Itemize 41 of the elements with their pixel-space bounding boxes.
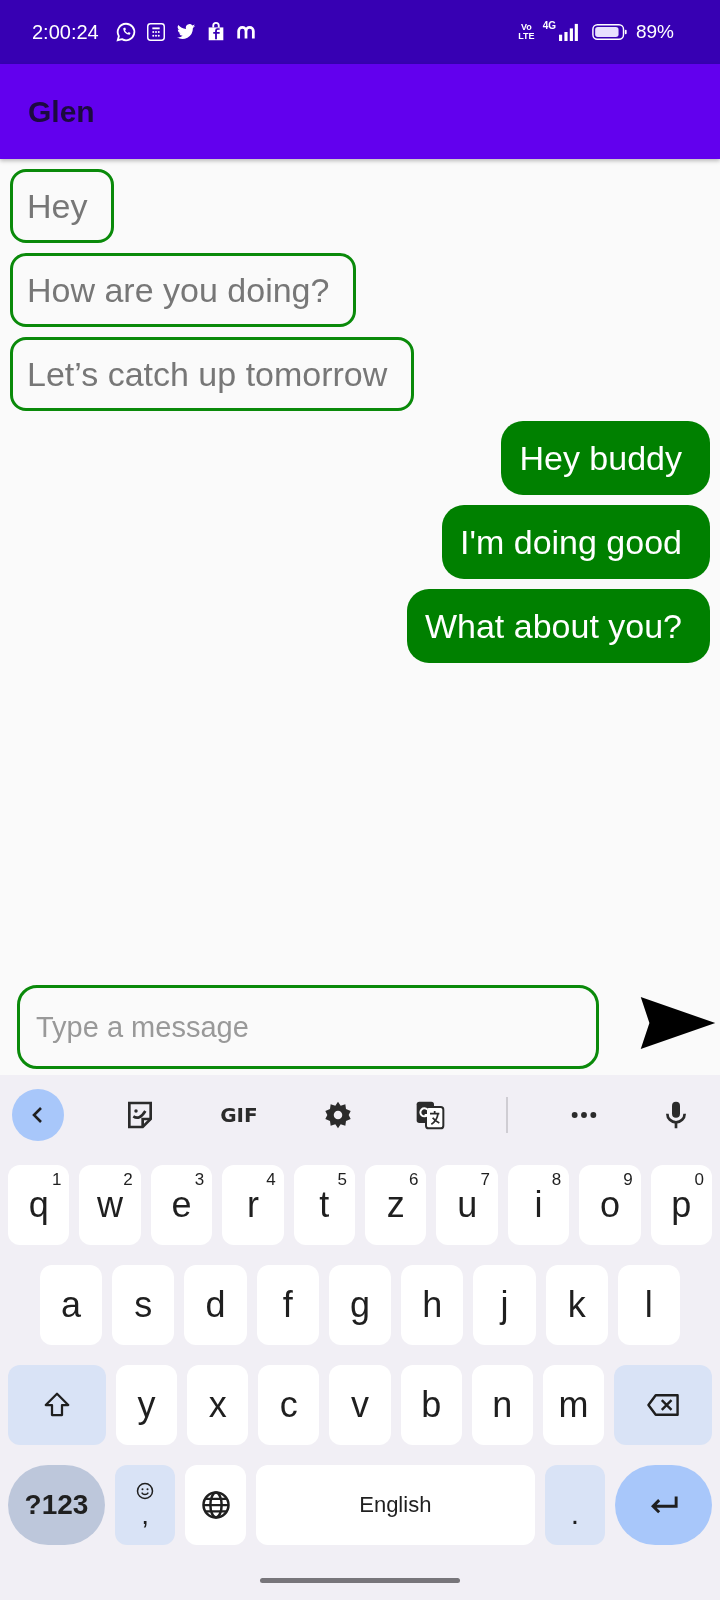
received-message: Let’s catch up tomorrow [10, 337, 415, 411]
sent-message: What about you? [406, 589, 710, 663]
key[interactable]: v [329, 1365, 391, 1445]
sent-message: Hey buddy [501, 421, 710, 495]
key[interactable]: g [328, 1265, 392, 1345]
message-input[interactable]: Type a message [17, 985, 599, 1069]
language-key[interactable] [185, 1465, 246, 1545]
key[interactable]: s [112, 1265, 175, 1345]
key[interactable]: f [256, 1265, 319, 1345]
received-message: How are you doing? [10, 253, 357, 327]
battery-icon [591, 22, 628, 42]
symbols-key[interactable]: ?123 [8, 1465, 105, 1545]
key[interactable]: h [401, 1265, 464, 1345]
emoji-comma-key[interactable]: , [114, 1465, 176, 1545]
key[interactable]: n [471, 1365, 533, 1445]
key[interactable]: j [473, 1265, 536, 1345]
key[interactable]: c [258, 1365, 320, 1445]
signal-icon [557, 23, 578, 41]
chat-title: Glen [28, 94, 95, 129]
space-key[interactable]: English [256, 1465, 535, 1545]
gif-button[interactable]: GIF [216, 1103, 262, 1127]
key[interactable]: m [542, 1365, 605, 1445]
key[interactable]: k [545, 1265, 608, 1345]
key[interactable]: b [400, 1365, 462, 1445]
key[interactable]: d [184, 1265, 247, 1345]
volte-label: Vo LTE [518, 23, 535, 41]
key[interactable]: a [40, 1265, 103, 1345]
key[interactable]: l [617, 1265, 680, 1345]
smiley-icon [135, 1481, 156, 1501]
key[interactable]: y [115, 1365, 178, 1445]
clock: 2:00:24 [32, 20, 99, 44]
battery-percent: 89% [635, 21, 674, 43]
collapse-button[interactable] [12, 1089, 64, 1141]
period-key[interactable]: . [544, 1465, 606, 1545]
chat-bubble-icon [114, 21, 137, 43]
grid-app-icon [144, 21, 167, 43]
sent-message: I'm doing good [442, 505, 710, 579]
received-message: Hey [10, 169, 115, 243]
key[interactable]: x [187, 1365, 249, 1445]
network-label: 4G [542, 20, 556, 31]
backspace-key[interactable] [614, 1365, 712, 1445]
